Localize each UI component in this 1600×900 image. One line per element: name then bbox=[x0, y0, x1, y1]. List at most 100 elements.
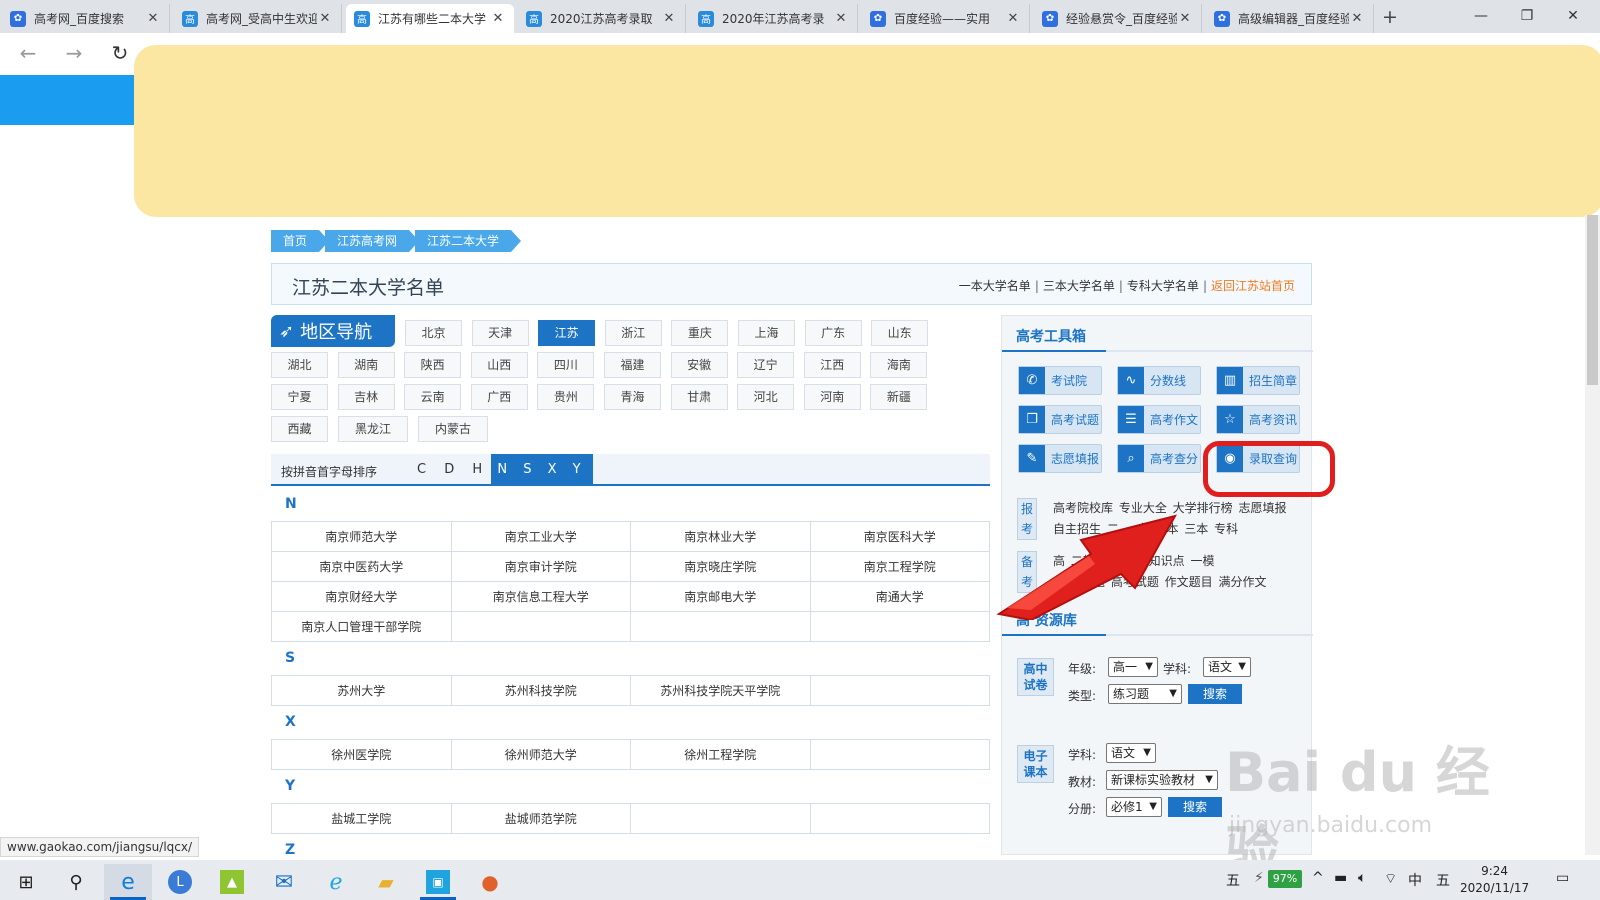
region-item[interactable]: 广西 bbox=[470, 384, 528, 410]
region-item[interactable]: 内蒙古 bbox=[418, 416, 488, 442]
region-item[interactable]: 广东 bbox=[804, 320, 862, 346]
university-cell[interactable]: 南京财经大学 bbox=[271, 581, 452, 612]
link-yiben-list[interactable]: 一本大学名单 bbox=[959, 279, 1031, 293]
university-cell[interactable]: 南京中医药大学 bbox=[271, 551, 452, 582]
breadcrumb-jiangsu-erben[interactable]: 江苏二本大学 bbox=[415, 230, 522, 252]
region-item[interactable]: 福建 bbox=[604, 352, 661, 378]
type-select[interactable]: 练习题 ▼ bbox=[1108, 684, 1182, 704]
university-cell[interactable]: 南通大学 bbox=[809, 581, 990, 612]
region-item[interactable]: 天津 bbox=[471, 320, 529, 346]
tab-jiangsu-erben[interactable]: 高 江苏有哪些二本大学 ✕ bbox=[346, 4, 514, 33]
ebook-search-button[interactable]: 搜索 bbox=[1168, 797, 1222, 817]
ime-indicator[interactable]: 五 bbox=[1226, 870, 1240, 890]
university-cell[interactable]: 徐州工程学院 bbox=[630, 739, 811, 770]
tool-book-button[interactable]: ▥ 招生简章 bbox=[1216, 366, 1300, 395]
region-item[interactable]: 陕西 bbox=[404, 352, 462, 378]
page-scrollbar[interactable] bbox=[1585, 215, 1600, 855]
region-item[interactable]: 河南 bbox=[803, 384, 861, 410]
tab-baidu-search[interactable]: ✿ 高考网_百度搜索 ✕ bbox=[2, 4, 170, 33]
tool-document-button[interactable]: ☰ 高考作文 bbox=[1117, 405, 1201, 434]
university-cell[interactable]: 南京工业大学 bbox=[450, 521, 631, 552]
region-item[interactable]: 重庆 bbox=[671, 320, 729, 346]
close-icon[interactable]: ✕ bbox=[661, 11, 677, 26]
university-cell[interactable]: 南京林业大学 bbox=[630, 521, 811, 552]
tab-advanced-editor[interactable]: ✿ 高级编辑器_百度经验 ✕ bbox=[1206, 4, 1374, 33]
textbook-select[interactable]: 新课标实验教材 ▼ bbox=[1106, 770, 1218, 790]
region-item[interactable]: 辽宁 bbox=[737, 352, 795, 378]
region-item[interactable]: 四川 bbox=[537, 352, 595, 378]
system-clock[interactable]: 9:24 2020/11/17 bbox=[1460, 863, 1529, 897]
edge-browser-icon[interactable]: e bbox=[104, 864, 152, 900]
university-cell[interactable]: 南京师范大学 bbox=[271, 521, 452, 552]
pinyin-tab-nsxyz[interactable]: N S X Y Z bbox=[491, 454, 593, 509]
file-explorer-icon[interactable]: ▰ bbox=[362, 864, 410, 900]
tool-star-button[interactable]: ☆ 高考资讯 bbox=[1216, 405, 1300, 434]
region-item[interactable]: 宁夏 bbox=[271, 384, 328, 410]
university-cell[interactable]: 徐州师范大学 bbox=[450, 739, 631, 770]
region-item[interactable]: 湖北 bbox=[271, 352, 328, 378]
university-cell[interactable]: 苏州大学 bbox=[271, 675, 452, 706]
ime-chinese-indicator[interactable]: 中 bbox=[1408, 870, 1422, 890]
window-close-icon[interactable]: ✕ bbox=[1550, 0, 1596, 32]
region-item[interactable]: 云南 bbox=[404, 384, 462, 410]
university-cell[interactable]: 徐州医学院 bbox=[271, 739, 452, 770]
search-icon[interactable]: ⚲ bbox=[52, 864, 100, 900]
close-icon[interactable]: ✕ bbox=[490, 11, 506, 26]
tool-search-button[interactable]: ⌕ 高考查分 bbox=[1117, 444, 1201, 473]
university-cell[interactable]: 南京人口管理干部学院 bbox=[271, 611, 452, 642]
region-item[interactable]: 北京 bbox=[405, 320, 462, 346]
tool-phone-button[interactable]: ✆ 考试院 bbox=[1018, 366, 1102, 395]
close-icon[interactable]: ✕ bbox=[1005, 11, 1021, 26]
tool-chart-line-button[interactable]: ∿ 分数线 bbox=[1117, 366, 1201, 395]
ie-browser-icon[interactable]: ℯ bbox=[312, 864, 360, 900]
university-cell[interactable]: 南京医科大学 bbox=[809, 521, 990, 552]
battery-icon[interactable]: ▬ bbox=[1334, 870, 1347, 886]
region-item[interactable]: 贵州 bbox=[537, 384, 595, 410]
university-cell[interactable]: 南京邮电大学 bbox=[630, 581, 811, 612]
tab-2020-jiangsu-admission[interactable]: 高 2020江苏高考录取 ✕ bbox=[518, 4, 686, 33]
tool-copy-button[interactable]: ❐ 高考试题 bbox=[1018, 405, 1102, 434]
tab-2020-jiangsu-gaokao[interactable]: 高 2020年江苏高考录 ✕ bbox=[690, 4, 858, 33]
link-back-jiangsu-home[interactable]: 返回江苏站首页 bbox=[1211, 279, 1295, 293]
forward-arrow-icon[interactable]: → bbox=[60, 40, 88, 68]
university-cell[interactable]: 南京晓庄学院 bbox=[630, 551, 811, 582]
region-item[interactable]: 湖南 bbox=[337, 352, 395, 378]
link-sanben-list[interactable]: 三本大学名单 bbox=[1043, 279, 1115, 293]
ime-wubi-indicator[interactable]: 五 bbox=[1436, 870, 1450, 890]
link-zhuanke-list[interactable]: 专科大学名单 bbox=[1127, 279, 1199, 293]
app-flame-icon[interactable]: ● bbox=[466, 864, 514, 900]
battery-indicator[interactable]: 97% bbox=[1268, 870, 1302, 888]
region-item[interactable]: 甘肃 bbox=[670, 384, 728, 410]
university-cell[interactable]: 盐城工学院 bbox=[271, 803, 452, 834]
university-cell[interactable]: 南京审计学院 bbox=[450, 551, 631, 582]
restore-icon[interactable]: ❐ bbox=[1504, 0, 1550, 32]
breadcrumb-home[interactable]: 首页 bbox=[271, 230, 330, 252]
reload-icon[interactable]: ↻ bbox=[106, 40, 134, 68]
region-item[interactable]: 江西 bbox=[803, 352, 861, 378]
notification-icon[interactable]: ▭ bbox=[1556, 870, 1569, 886]
university-cell[interactable]: 苏州科技学院天平学院 bbox=[630, 675, 811, 706]
new-tab-button[interactable]: + bbox=[1378, 6, 1402, 30]
chevron-up-icon[interactable]: ^ bbox=[1312, 870, 1324, 886]
mail-icon[interactable]: ✉ bbox=[260, 864, 308, 900]
close-icon[interactable]: ✕ bbox=[1177, 11, 1193, 26]
windows-start-icon[interactable]: ⊞ bbox=[2, 864, 50, 900]
region-item[interactable]: 新疆 bbox=[870, 384, 928, 410]
region-item[interactable]: 海南 bbox=[870, 352, 928, 378]
region-item[interactable]: 西藏 bbox=[271, 416, 328, 442]
close-icon[interactable]: ✕ bbox=[317, 11, 333, 26]
region-item[interactable]: 山东 bbox=[871, 320, 929, 346]
app-l-icon[interactable]: L bbox=[156, 864, 204, 900]
region-item[interactable]: 江苏 bbox=[538, 320, 596, 346]
app-green-icon[interactable]: ▲ bbox=[208, 864, 256, 900]
tab-jingyan-reward[interactable]: ✿ 经验悬赏令_百度经验 ✕ bbox=[1034, 4, 1202, 33]
university-cell[interactable]: 南京信息工程大学 bbox=[450, 581, 631, 612]
paper-search-button[interactable]: 搜索 bbox=[1188, 684, 1242, 704]
tab-gaokao-home[interactable]: 高 高考网_受高中生欢迎 ✕ bbox=[174, 4, 342, 33]
grade-select[interactable]: 高一 ▼ bbox=[1108, 657, 1158, 677]
university-cell[interactable]: 盐城师范学院 bbox=[450, 803, 631, 834]
scrollbar-thumb[interactable] bbox=[1587, 215, 1598, 385]
tab-baidu-jingyan[interactable]: ✿ 百度经验——实用 ✕ bbox=[862, 4, 1030, 33]
university-cell[interactable]: 苏州科技学院 bbox=[450, 675, 631, 706]
region-item[interactable]: 浙江 bbox=[604, 320, 662, 346]
